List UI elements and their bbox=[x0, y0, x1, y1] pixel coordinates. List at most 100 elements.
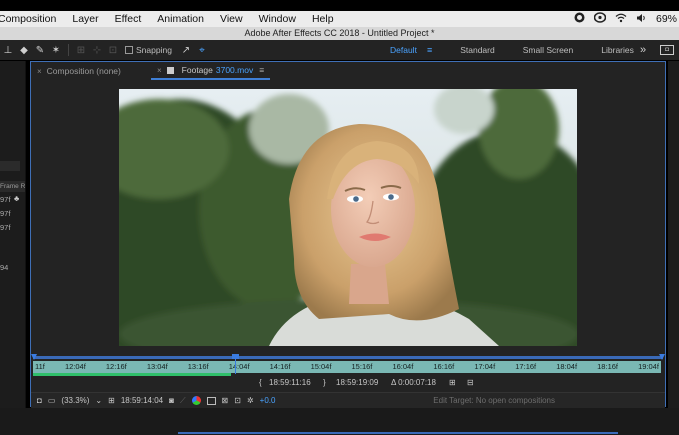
creative-cloud-icon[interactable] bbox=[574, 12, 585, 26]
channel-rgb-icon[interactable] bbox=[191, 396, 201, 406]
list-item[interactable]: 97f bbox=[0, 209, 10, 218]
tick-label: 17:04f bbox=[474, 362, 496, 371]
tick-label: 14:04f bbox=[228, 362, 250, 371]
set-out-point-icon[interactable]: } bbox=[323, 378, 326, 387]
workspace-small-screen[interactable]: Small Screen bbox=[513, 45, 584, 55]
snap-features-icon[interactable]: ⌖ bbox=[194, 45, 210, 56]
lock-icon[interactable] bbox=[166, 66, 174, 74]
workspace-standard[interactable]: Standard bbox=[450, 45, 505, 55]
axis-world-icon[interactable]: ⊹ bbox=[89, 45, 105, 56]
axis-view-icon[interactable]: ⊡ bbox=[105, 45, 121, 56]
column-header-frame-rate[interactable]: Frame Ra... bbox=[0, 181, 25, 192]
tick-label: 13:16f bbox=[187, 362, 209, 371]
magnification-value[interactable]: (33.3%) bbox=[61, 396, 89, 405]
overlay-edit-icon[interactable]: ⊟ bbox=[467, 378, 474, 387]
tick-label: 13:04f bbox=[146, 362, 168, 371]
snapping-label: Snapping bbox=[136, 45, 172, 55]
3d-view-icon[interactable]: ⊡ bbox=[234, 396, 241, 405]
workspace-menu-icon[interactable]: ≡ bbox=[427, 45, 432, 55]
tick-label: 19:04f bbox=[638, 362, 659, 371]
tick-label: 12:04f bbox=[64, 362, 86, 371]
close-icon[interactable]: × bbox=[157, 66, 162, 75]
navigator-end-handle[interactable] bbox=[659, 354, 665, 360]
menu-help[interactable]: Help bbox=[304, 13, 342, 25]
in-out-row: { 18:59:11:16 } 18:59:19:09 Δ 0:00:07:18… bbox=[31, 376, 665, 390]
workspace-default[interactable]: Default bbox=[380, 45, 427, 55]
right-panel-edge bbox=[668, 61, 679, 408]
project-search-field[interactable] bbox=[0, 161, 20, 171]
menu-window[interactable]: Window bbox=[251, 13, 304, 25]
snapping-checkbox[interactable] bbox=[125, 46, 133, 54]
viewer-tab-bar: × Composition (none) × Footage 3700.mov … bbox=[31, 62, 665, 80]
eraser-tool-icon[interactable]: ◆ bbox=[16, 45, 32, 56]
timeline-navigator-rail[interactable] bbox=[178, 432, 618, 434]
snapshot-camera-icon[interactable]: ◙ bbox=[169, 396, 174, 405]
tab-composition[interactable]: × Composition (none) bbox=[31, 62, 151, 80]
menu-view[interactable]: View bbox=[212, 13, 251, 25]
wifi-icon[interactable] bbox=[615, 13, 627, 26]
duration-time: Δ 0:00:07:18 bbox=[391, 378, 436, 387]
show-snapshot-icon[interactable]: ⟋ bbox=[180, 396, 186, 406]
close-icon[interactable]: × bbox=[37, 67, 42, 76]
list-item[interactable]: 97f bbox=[0, 195, 10, 204]
time-navigator-rail[interactable] bbox=[33, 356, 663, 359]
playhead[interactable] bbox=[235, 354, 236, 374]
region-of-interest-icon[interactable] bbox=[206, 396, 216, 405]
workspace-switcher: Default ≡ Standard Small Screen Librarie… bbox=[380, 40, 644, 60]
workspace-libraries[interactable]: Libraries bbox=[591, 45, 644, 55]
tools-toolbar: ⊥ ◆ ✎ ✶ ⊞ ⊹ ⊡ Snapping ↗ ⌖ Default ≡ Sta… bbox=[0, 40, 679, 60]
navigator-start-handle[interactable] bbox=[31, 354, 37, 360]
tick-label: 18:16f bbox=[597, 362, 618, 371]
roto-brush-tool-icon[interactable]: ✎ bbox=[32, 45, 48, 56]
tick-label: 11f bbox=[35, 362, 45, 371]
monitor-icon[interactable]: ▭ bbox=[48, 396, 56, 405]
menu-effect[interactable]: Effect bbox=[107, 13, 150, 25]
menu-layer[interactable]: Layer bbox=[64, 13, 106, 25]
list-item[interactable]: 94 bbox=[0, 263, 8, 272]
tick-label: 16:16f bbox=[433, 362, 455, 371]
tab-footage-label: Footage bbox=[181, 65, 213, 75]
snap-edges-icon[interactable]: ↗ bbox=[178, 45, 194, 56]
more-workspaces-icon[interactable]: » bbox=[640, 44, 646, 56]
stamp-tool-icon[interactable]: ⊥ bbox=[0, 45, 16, 56]
choose-grid-icon[interactable]: ⊞ bbox=[108, 396, 115, 405]
project-panel: Frame Ra... 97f ♣ 97f 97f 94 bbox=[0, 61, 26, 408]
tick-label: 18:04f bbox=[556, 362, 578, 371]
in-point-time[interactable]: 18:59:11:16 bbox=[269, 378, 311, 387]
tick-label: 15:04f bbox=[310, 362, 332, 371]
volume-icon[interactable] bbox=[636, 13, 647, 26]
always-preview-icon[interactable]: ◘ bbox=[37, 396, 42, 405]
time-ruler[interactable]: 11f 12:04f 12:16f 13:04f 13:16f 14:04f 1… bbox=[31, 354, 665, 376]
reset-exposure-icon[interactable]: ✲ bbox=[247, 396, 254, 405]
tick-label: 12:16f bbox=[105, 362, 127, 371]
set-in-point-icon[interactable]: { bbox=[259, 378, 262, 387]
tab-footage[interactable]: × Footage 3700.mov ≡ bbox=[151, 62, 271, 80]
tab-footage-filename: 3700.mov bbox=[215, 65, 254, 75]
current-time-display[interactable]: 18:59:14:04 bbox=[121, 396, 163, 405]
battery-percentage: 69% bbox=[655, 13, 677, 25]
puppet-pin-tool-icon[interactable]: ✶ bbox=[48, 45, 64, 56]
tick-label: 14:16f bbox=[269, 362, 291, 371]
transparency-grid-icon[interactable]: ⊠ bbox=[222, 396, 229, 405]
viewer-controls-bar: ◘ ▭ (33.3%) ⌄ ⊞ 18:59:14:04 ◙ ⟋ ⊠ ⊡ ✲ +0… bbox=[31, 392, 665, 408]
ruler-tick-labels: 11f 12:04f 12:16f 13:04f 13:16f 14:04f 1… bbox=[33, 361, 661, 373]
out-point-time[interactable]: 18:59:19:09 bbox=[336, 378, 378, 387]
search-help-icon[interactable]: ◘ bbox=[660, 45, 674, 55]
menu-composition[interactable]: Composition bbox=[0, 13, 64, 25]
chevron-down-icon[interactable]: ⌄ bbox=[95, 396, 102, 405]
network-icon: ♣ bbox=[14, 194, 20, 203]
tick-label: 17:16f bbox=[515, 362, 537, 371]
exposure-value[interactable]: +0.0 bbox=[260, 396, 276, 405]
footage-viewer-panel: × Composition (none) × Footage 3700.mov … bbox=[30, 61, 666, 408]
footage-frame-image bbox=[119, 89, 577, 346]
tick-label: 16:04f bbox=[392, 362, 414, 371]
panel-menu-icon[interactable]: ≡ bbox=[259, 65, 264, 75]
tab-composition-label: Composition (none) bbox=[46, 66, 121, 76]
sync-icon[interactable] bbox=[593, 12, 607, 26]
ripple-insert-edit-icon[interactable]: ⊞ bbox=[449, 378, 456, 387]
snapping-toggle[interactable]: Snapping bbox=[125, 45, 172, 55]
footage-canvas[interactable] bbox=[31, 80, 665, 350]
menu-animation[interactable]: Animation bbox=[149, 13, 212, 25]
list-item[interactable]: 97f bbox=[0, 223, 10, 232]
axis-local-icon[interactable]: ⊞ bbox=[73, 45, 89, 56]
